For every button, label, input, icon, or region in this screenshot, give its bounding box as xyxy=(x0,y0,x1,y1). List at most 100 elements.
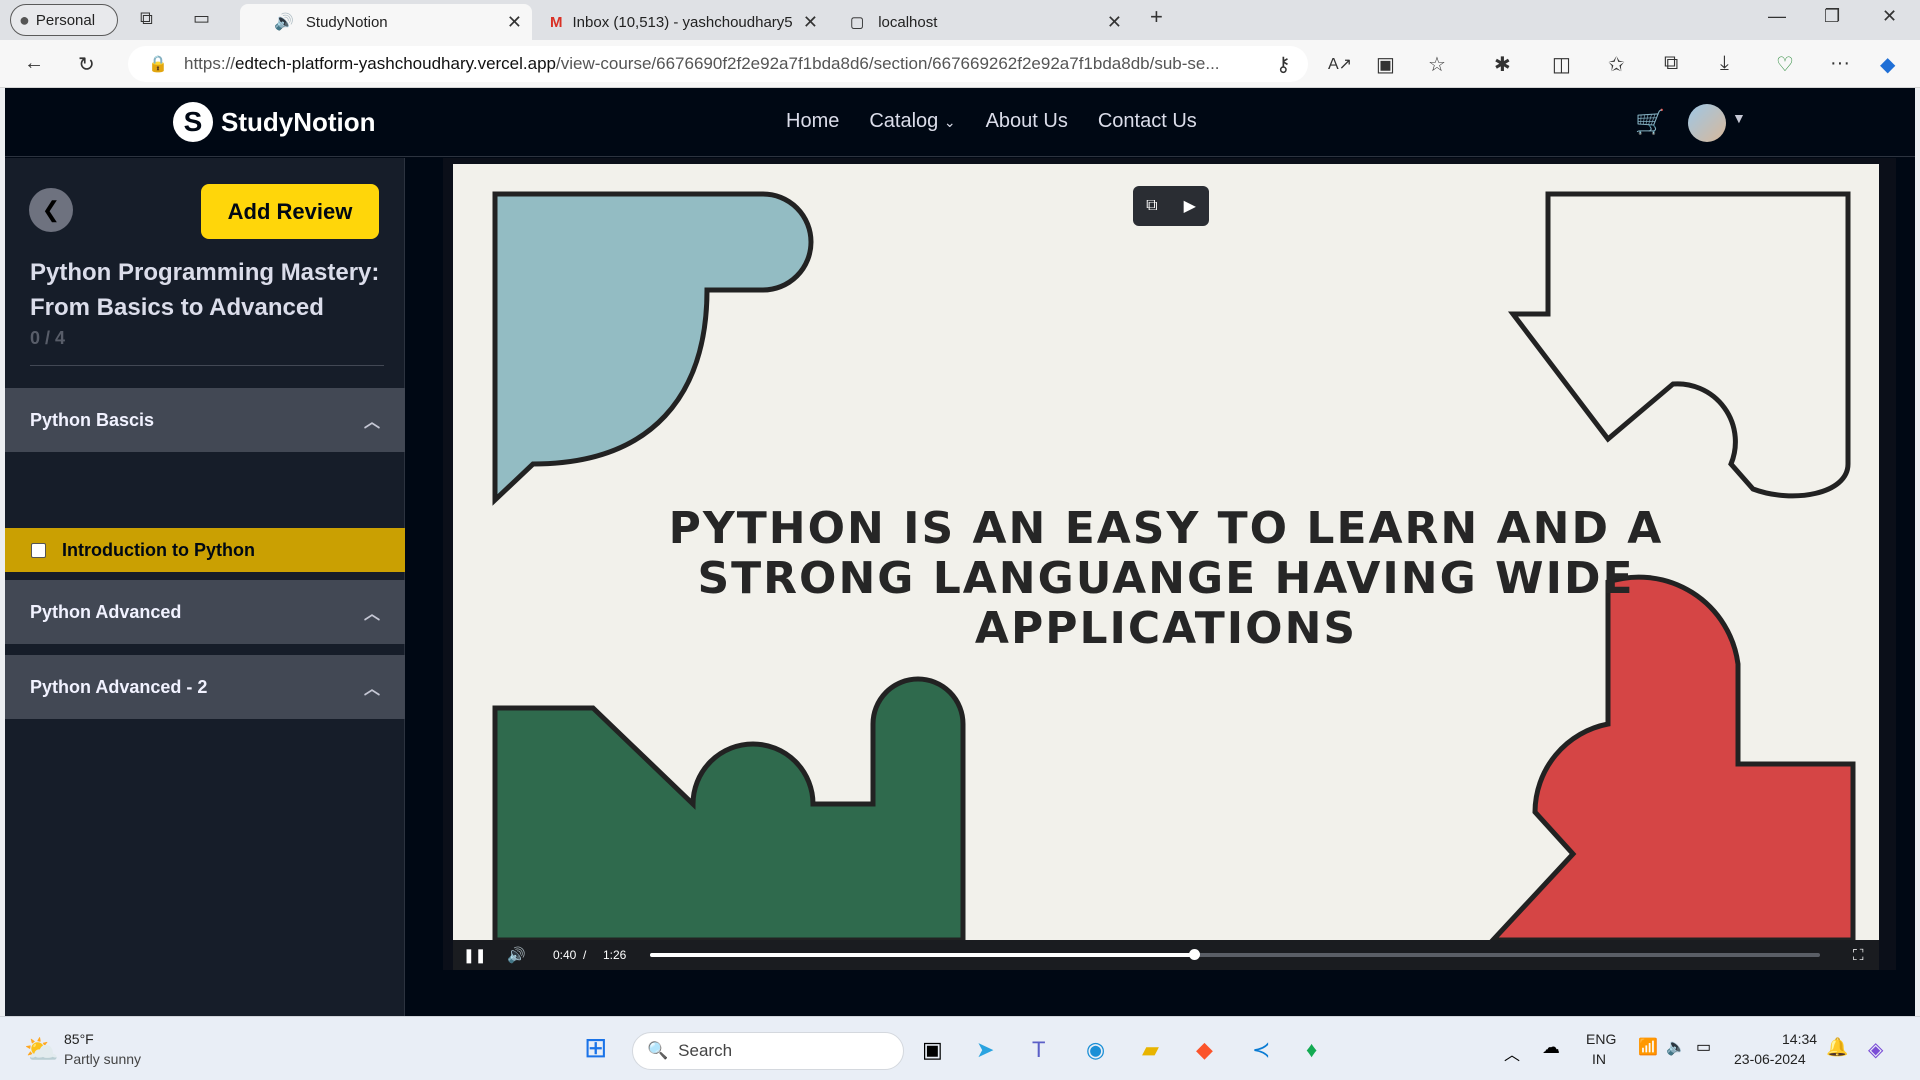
file-explorer-icon[interactable]: ▰ xyxy=(1142,1037,1159,1063)
caret-down-icon[interactable]: ▼ xyxy=(1732,110,1746,126)
browser-essentials-icon[interactable]: ♡ xyxy=(1776,52,1794,77)
weather-icon[interactable]: ⛅ xyxy=(24,1033,59,1066)
volume-icon[interactable]: 🔈 xyxy=(1666,1037,1686,1057)
tab-title: StudyNotion xyxy=(305,13,388,31)
section-title: Python Bascis xyxy=(30,409,155,430)
clock-date[interactable]: 23-06-2024 xyxy=(1734,1051,1806,1067)
weather-desc: Partly sunny xyxy=(64,1051,142,1067)
chevron-up-icon: ︿ xyxy=(363,606,380,623)
favorites-icon[interactable]: ✩ xyxy=(1608,52,1625,77)
more-icon[interactable]: ··· xyxy=(1830,52,1850,75)
outline-shape xyxy=(1507,191,1851,499)
speaker-icon: 🔊 xyxy=(274,14,294,31)
section-python-advanced[interactable]: Python Advanced ︿ xyxy=(5,580,405,644)
workspaces-icon[interactable]: ⧉ xyxy=(140,8,153,29)
copilot-icon[interactable]: ◆ xyxy=(1880,52,1895,77)
lesson-checkbox[interactable] xyxy=(31,542,46,558)
teams-icon[interactable]: T xyxy=(1032,1037,1045,1063)
section-python-advanced-2[interactable]: Python Advanced - 2 ︿ xyxy=(5,655,405,719)
close-tab-icon[interactable]: ✕ xyxy=(1107,12,1122,33)
collections-icon[interactable]: ⧉ xyxy=(1664,52,1678,75)
back-arrow-icon[interactable]: ← xyxy=(24,52,44,75)
search-placeholder: Search xyxy=(678,1041,733,1060)
course-sidebar: ❮ Add Review Python Programming Mastery:… xyxy=(5,158,405,1016)
section-python-basics[interactable]: Python Bascis ︿ xyxy=(5,388,405,452)
wifi-icon[interactable]: 📶 xyxy=(1638,1037,1658,1057)
task-view-icon[interactable]: ▣ xyxy=(922,1037,943,1063)
logo-text: StudyNotion xyxy=(221,106,376,137)
close-window-icon[interactable]: ✕ xyxy=(1882,6,1897,27)
close-tab-icon[interactable]: ✕ xyxy=(507,12,522,33)
logo[interactable]: S StudyNotion xyxy=(173,102,376,142)
nav-contact[interactable]: Contact Us xyxy=(1098,110,1197,133)
cast-icon[interactable]: ▶ xyxy=(1184,196,1196,216)
duration: 1:26 xyxy=(603,948,627,962)
notification-bell-icon[interactable]: 🔔 xyxy=(1826,1037,1848,1058)
tab-title: localhost xyxy=(878,13,938,31)
pip-toolbar: ⧉ ▶ xyxy=(1133,186,1209,226)
favorite-star-icon[interactable]: ☆ xyxy=(1428,52,1446,77)
mongodb-icon[interactable]: ♦ xyxy=(1306,1037,1317,1063)
studynotion-app: S StudyNotion Home Catalog ⌄ About Us Co… xyxy=(5,88,1915,1016)
minimize-icon[interactable]: — xyxy=(1768,6,1786,27)
extensions-icon[interactable]: ✱ xyxy=(1494,52,1511,77)
telegram-icon[interactable]: ➤ xyxy=(976,1037,994,1063)
key-icon[interactable]: ⚷ xyxy=(1276,52,1291,77)
lock-icon: 🔒 xyxy=(148,56,168,73)
video-controls: ❚❚ 🔊 0:40 / 1:26 ⛶ xyxy=(453,940,1879,970)
time-separator: / xyxy=(583,948,587,962)
progress-thumb[interactable] xyxy=(1189,949,1201,960)
new-tab-icon[interactable]: + xyxy=(1150,4,1163,30)
back-button[interactable]: ❮ xyxy=(29,188,73,232)
url-path: /view-course/6676690f2f2e92a7f1bda8d6/se… xyxy=(556,54,1220,73)
lang-top[interactable]: ENG xyxy=(1586,1031,1616,1047)
tab-actions-icon[interactable]: ▭ xyxy=(193,8,210,29)
volume-icon[interactable]: 🔊 xyxy=(507,946,526,964)
nav-about[interactable]: About Us xyxy=(986,110,1068,133)
close-tab-icon[interactable]: ✕ xyxy=(803,12,818,33)
nav-home[interactable]: Home xyxy=(786,110,839,133)
download-icon[interactable]: ⤓ xyxy=(1720,52,1729,75)
video-player[interactable]: ⧉ ▶ PYTHON IS AN EASY TO LEARN AND A STR… xyxy=(443,158,1896,970)
tab-gmail[interactable]: M Inbox (10,513) - yashchoudhary5 ✕ xyxy=(538,4,828,40)
vscode-icon[interactable]: ≺ xyxy=(1252,1037,1270,1063)
split-screen-icon[interactable]: ◫ xyxy=(1552,52,1571,77)
user-icon: ● xyxy=(19,9,30,30)
edge-icon[interactable]: ◉ xyxy=(1086,1037,1105,1063)
refresh-icon[interactable]: ↻ xyxy=(78,52,95,77)
url-bar[interactable]: 🔒 https://edtech-platform-yashchoudhary.… xyxy=(128,46,1308,82)
restore-icon[interactable]: ❐ xyxy=(1824,6,1840,27)
tab-title: Inbox (10,513) - yashchoudhary5 xyxy=(572,13,793,31)
lang-bottom[interactable]: IN xyxy=(1592,1051,1606,1067)
copilot-icon[interactable]: ◈ xyxy=(1868,1037,1883,1062)
add-review-button[interactable]: Add Review xyxy=(201,184,379,239)
battery-icon[interactable]: ▭ xyxy=(1696,1037,1711,1057)
immersive-reader-icon[interactable]: ▣ xyxy=(1376,52,1395,77)
tab-studynotion[interactable]: 🔊 StudyNotion ✕ xyxy=(240,4,532,40)
progress-track[interactable] xyxy=(650,949,1820,960)
taskbar-search[interactable]: 🔍 Search xyxy=(632,1032,904,1070)
nav-catalog[interactable]: Catalog ⌄ xyxy=(869,110,955,133)
brave-icon[interactable]: ◆ xyxy=(1196,1037,1213,1063)
profile-button[interactable]: ● Personal xyxy=(10,4,118,36)
picture-in-picture-icon[interactable]: ⧉ xyxy=(1146,197,1157,215)
chevron-up-icon[interactable]: ︿ xyxy=(1504,1041,1520,1065)
tab-localhost[interactable]: ▢ localhost ✕ xyxy=(838,4,1132,40)
divider xyxy=(30,365,384,366)
lesson-introduction-to-python[interactable]: Introduction to Python xyxy=(5,528,405,572)
video-caption-text: PYTHON IS AN EASY TO LEARN AND A STRONG … xyxy=(668,503,1664,654)
onedrive-icon[interactable]: ☁ xyxy=(1542,1037,1560,1058)
fullscreen-icon[interactable]: ⛶ xyxy=(1853,947,1864,964)
clock-time[interactable]: 14:34 xyxy=(1782,1031,1817,1047)
windows-start-icon[interactable]: ⊞ xyxy=(584,1031,607,1064)
cart-icon[interactable]: 🛒 xyxy=(1635,108,1665,137)
windows-taskbar: ⛅ 85°F Partly sunny ⊞ 🔍 Search ▣ ➤ T ◉ ▰… xyxy=(0,1016,1920,1080)
chevron-up-icon: ︿ xyxy=(363,414,380,431)
page-icon: ▢ xyxy=(850,14,865,31)
read-aloud-icon[interactable]: A↗ xyxy=(1328,54,1352,74)
pause-icon[interactable]: ❚❚ xyxy=(463,947,486,964)
logo-mark: S xyxy=(173,102,213,142)
video-frame[interactable]: ⧉ ▶ PYTHON IS AN EASY TO LEARN AND A STR… xyxy=(453,164,1879,940)
avatar[interactable] xyxy=(1688,104,1726,142)
browser-title-bar: ● Personal ⧉ ▭ 🔊 StudyNotion ✕ M Inbox (… xyxy=(0,0,1920,40)
